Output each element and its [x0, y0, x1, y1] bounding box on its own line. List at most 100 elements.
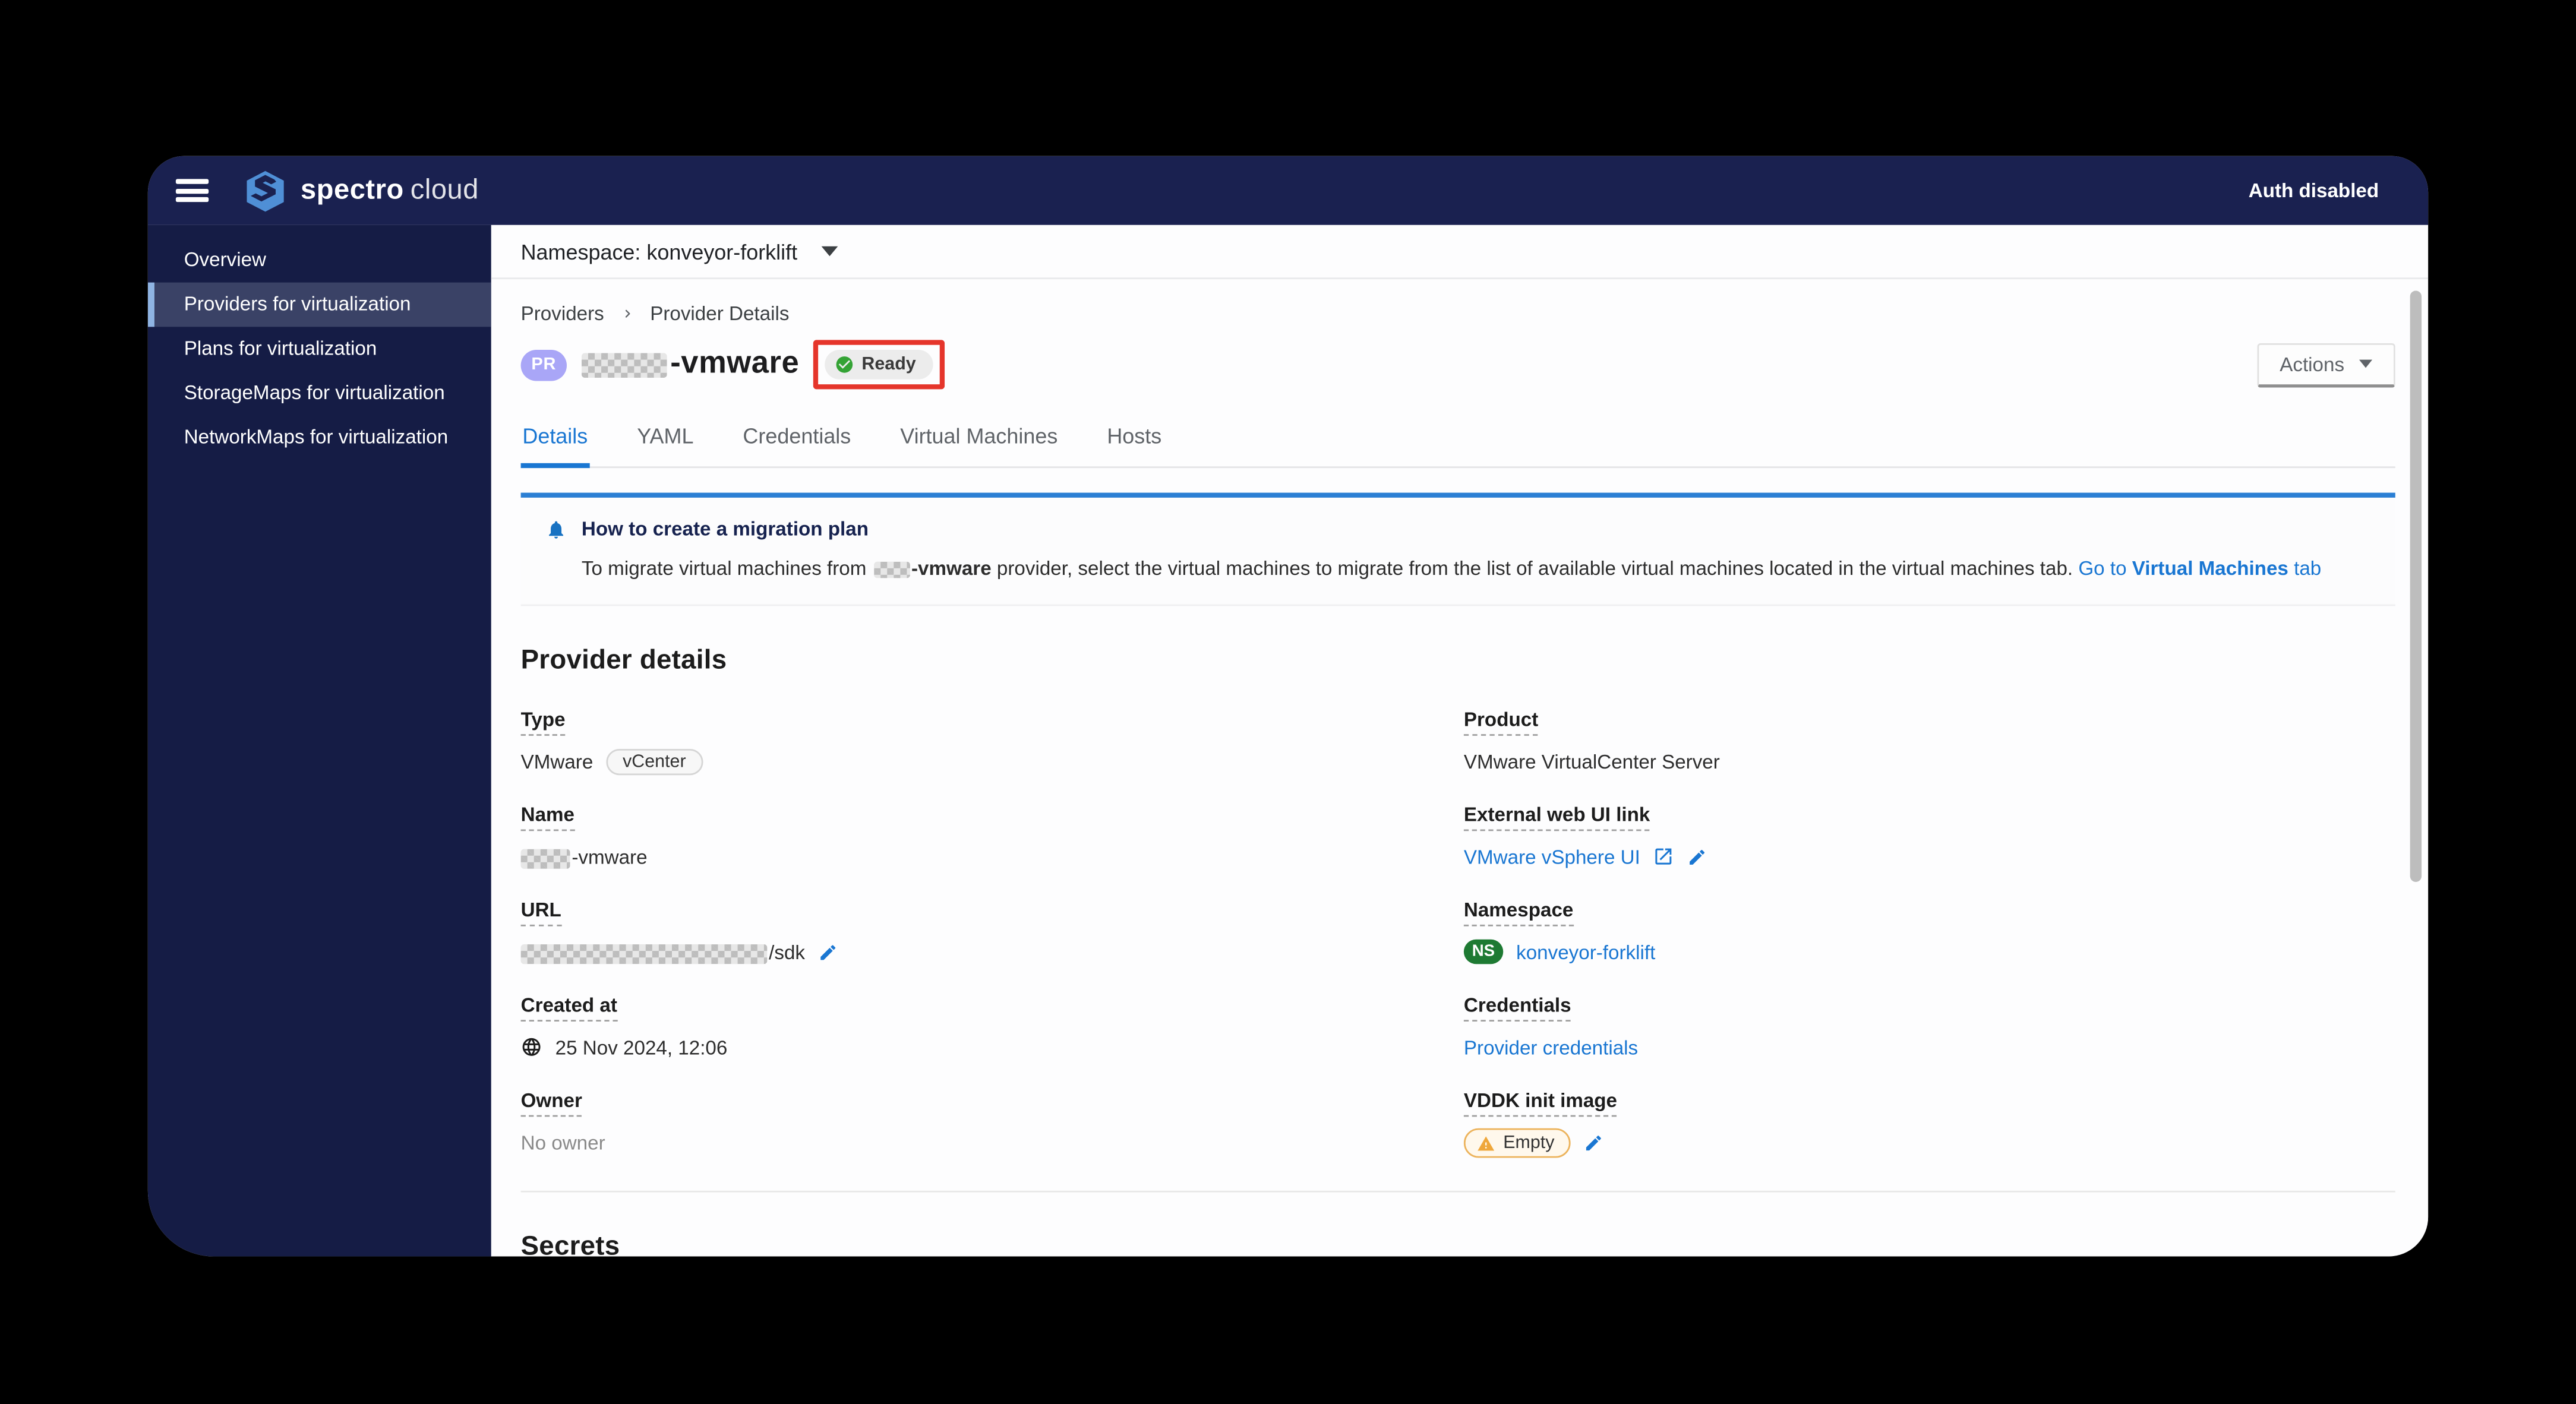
field-created-value: 25 Nov 2024, 12:06	[555, 1036, 728, 1060]
link-text: tab	[2288, 556, 2322, 580]
banner-text: To migrate virtual machines from	[581, 556, 872, 580]
edit-icon[interactable]	[818, 943, 838, 962]
field-created-at: Created at 25 Nov 2024, 12:06	[520, 991, 1464, 1062]
edit-icon[interactable]	[1584, 1134, 1603, 1153]
field-credentials: Credentials Provider credentials	[1463, 991, 2395, 1062]
go-to-virtual-machines-link[interactable]: Go to Virtual Machines tab	[2078, 556, 2321, 580]
field-type-value: VMware	[520, 750, 594, 774]
field-created-label: Created at	[520, 994, 617, 1023]
field-url-label: URL	[520, 899, 561, 927]
link-text: Go to	[2078, 556, 2132, 580]
breadcrumb: Providers Provider Details	[521, 302, 2395, 325]
namespace-badge: NS	[1463, 940, 1503, 965]
field-external-label: External web UI link	[1463, 804, 1650, 832]
main-panel: Providers Provider Details PR -vmware Re…	[491, 281, 2428, 1257]
tab-credentials[interactable]: Credentials	[741, 423, 853, 468]
field-type-label: Type	[520, 709, 566, 736]
tab-details[interactable]: Details	[520, 423, 590, 469]
field-url-value: /sdk	[520, 941, 806, 964]
external-link-icon[interactable]	[1653, 846, 1675, 868]
info-banner: How to create a migration plan To migrat…	[520, 492, 2395, 607]
sidebar-item-overview[interactable]: Overview	[148, 238, 491, 283]
status-label: Ready	[861, 355, 916, 375]
tab-bar: Details YAML Credentials Virtual Machine…	[520, 423, 2395, 469]
sidebar-item-storagemaps[interactable]: StorageMaps for virtualization	[148, 371, 491, 416]
namespace-selector[interactable]: Namespace: konveyor-forklift	[491, 225, 2429, 280]
top-bar: spectro cloud Auth disabled	[147, 156, 2429, 225]
vcenter-chip: vCenter	[606, 748, 703, 775]
provider-details-heading: Provider details	[520, 646, 727, 676]
field-url: URL /sdk	[520, 896, 1464, 966]
page-header: PR -vmware Ready Actions	[520, 340, 2395, 390]
warning-icon	[1477, 1135, 1495, 1153]
tab-virtual-machines[interactable]: Virtual Machines	[898, 423, 1059, 468]
bell-icon	[545, 518, 567, 539]
namespace-selector-label: Namespace: konveyor-forklift	[520, 239, 798, 264]
sidebar-nav: Overview Providers for virtualization Pl…	[147, 238, 491, 460]
field-type: Type VMware vCenter	[520, 705, 1464, 776]
content-area: Namespace: konveyor-forklift Providers P…	[491, 224, 2429, 1257]
auth-status: Auth disabled	[2248, 179, 2379, 203]
secrets-heading: Secrets	[520, 1232, 620, 1257]
vsphere-ui-link[interactable]: VMware vSphere UI	[1464, 846, 1640, 869]
tab-hosts[interactable]: Hosts	[1106, 423, 1163, 468]
field-vddk-label: VDDK init image	[1463, 1089, 1618, 1118]
hamburger-menu-icon[interactable]	[175, 179, 209, 203]
edit-icon[interactable]	[1688, 848, 1707, 867]
page-title: -vmware	[670, 346, 800, 381]
redacted-provider-name	[581, 352, 667, 377]
status-badge: Ready	[823, 350, 933, 380]
field-product-value: VMware VirtualCenter Server	[1463, 750, 1720, 774]
caret-down-icon	[822, 246, 839, 257]
sidebar-item-providers[interactable]: Providers for virtualization	[147, 282, 491, 327]
check-circle-icon	[834, 355, 853, 374]
banner-text: provider, select the virtual machines to…	[991, 556, 2079, 580]
tab-yaml[interactable]: YAML	[635, 423, 695, 468]
info-banner-title: How to create a migration plan	[581, 517, 869, 540]
sidebar: Overview Providers for virtualization Pl…	[147, 224, 491, 1257]
banner-provider-name: -vmware	[911, 556, 992, 580]
redacted-name	[520, 848, 570, 869]
provider-avatar: PR	[520, 349, 567, 381]
field-vddk: VDDK init image Empty	[1463, 1086, 2395, 1159]
vddk-empty-label: Empty	[1503, 1134, 1555, 1154]
field-namespace-label: Namespace	[1463, 899, 1574, 927]
breadcrumb-providers[interactable]: Providers	[521, 302, 604, 325]
vddk-empty-chip: Empty	[1463, 1128, 1571, 1159]
brand-secondary: cloud	[410, 174, 479, 205]
sidebar-item-plans[interactable]: Plans for virtualization	[148, 327, 491, 371]
info-banner-body: To migrate virtual machines from -vmware…	[582, 555, 2369, 584]
field-product: Product VMware VirtualCenter Server	[1463, 705, 2395, 776]
brand-name: spectro cloud	[301, 174, 479, 207]
vertical-scrollbar[interactable]	[2410, 290, 2422, 882]
link-text-bold: Virtual Machines	[2132, 556, 2288, 580]
redacted-provider-name	[873, 561, 910, 578]
actions-button[interactable]: Actions	[2256, 342, 2395, 387]
chevron-right-icon	[619, 305, 636, 322]
globe-icon	[521, 1037, 542, 1058]
field-owner: Owner No owner	[520, 1086, 1464, 1159]
section-divider	[520, 1191, 2395, 1193]
field-product-label: Product	[1463, 709, 1539, 736]
field-credentials-label: Credentials	[1463, 994, 1571, 1023]
field-name: Name -vmware	[520, 801, 1464, 871]
info-banner-header: How to create a migration plan	[545, 517, 2369, 540]
screenshot-stage: spectro cloud Auth disabled Overview Prov…	[0, 0, 2576, 1404]
field-name-label: Name	[520, 804, 574, 832]
namespace-link[interactable]: konveyor-forklift	[1516, 941, 1655, 964]
field-owner-value: No owner	[520, 1131, 605, 1155]
breadcrumb-provider-details: Provider Details	[650, 302, 790, 325]
field-external-link: External web UI link VMware vSphere UI	[1463, 801, 2395, 871]
brand-logo: spectro cloud	[243, 168, 479, 213]
field-name-suffix: -vmware	[572, 845, 648, 869]
app-window: spectro cloud Auth disabled Overview Prov…	[147, 156, 2429, 1257]
status-highlight-box: Ready	[812, 340, 944, 390]
field-url-suffix: /sdk	[769, 941, 806, 964]
provider-credentials-link[interactable]: Provider credentials	[1464, 1036, 1638, 1060]
spectro-cloud-logo-icon	[243, 168, 288, 213]
field-owner-label: Owner	[520, 1089, 582, 1118]
field-namespace: Namespace NS konveyor-forklift	[1463, 896, 2395, 966]
brand-primary: spectro	[301, 174, 404, 205]
redacted-url	[520, 944, 768, 964]
sidebar-item-networkmaps[interactable]: NetworkMaps for virtualization	[148, 416, 491, 460]
